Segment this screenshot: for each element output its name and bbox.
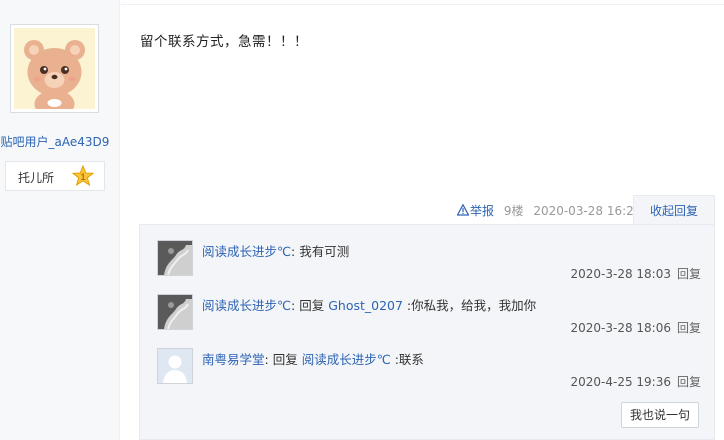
post-content: 留个联系方式，急需！！！ [140,34,308,50]
report-label: 举报 [470,204,495,218]
reply-item: 南粤易学堂: 回复 阅读成长进步℃ :联系 2020-4-25 19:36 回复 [140,333,716,390]
divider [121,4,724,5]
level-name: 托儿所 [18,171,55,185]
reply-body: :联系 [390,352,424,367]
author-username[interactable]: 贴吧用户_aAe43D9 [0,133,110,150]
reply-text: 南粤易学堂: 回复 阅读成长进步℃ :联系 [202,349,424,368]
bear-avatar-image [14,28,95,109]
collapse-replies-tab[interactable]: 收起回复 [633,195,715,225]
add-comment-button[interactable]: 我也说一句 [621,402,699,428]
reply-prefix: : 回复 [291,298,329,313]
reply-text: 阅读成长进步℃: 回复 Ghost_0207 :你私我，给我，我加你 [202,295,536,314]
reply-body: :你私我，给我，我加你 [402,298,537,313]
reply-avatar[interactable] [157,348,193,384]
warning-icon [457,204,469,216]
post-time: 2020-03-28 16:20 [533,204,642,218]
reply-prefix: : 回复 [264,352,302,367]
reply-panel: 阅读成长进步℃: 我有可测 2020-3-28 18:03 回复 阅读成长进步℃:… [139,224,715,440]
member-level-badge[interactable]: 托儿所 1 [5,161,105,191]
reply-avatar[interactable] [157,240,193,276]
reply-body: : 我有可测 [291,244,350,259]
author-avatar[interactable] [10,24,99,113]
report-link[interactable]: 举报 [457,204,494,218]
reply-avatar[interactable] [157,294,193,330]
author-sidebar: 贴吧用户_aAe43D9 托儿所 1 [0,0,120,440]
reply-target-user[interactable]: Ghost_0207 [328,298,403,313]
level-star-icon: 1 [71,164,95,187]
reply-author[interactable]: 阅读成长进步℃ [202,298,291,313]
reply-target-user[interactable]: 阅读成长进步℃ [302,352,391,367]
post-meta: 举报 9楼 2020-03-28 16:20 [457,202,647,218]
post-main: 留个联系方式，急需！！！ 举报 9楼 2020-03-28 16:20 收起回复… [121,0,724,440]
floor-number: 9楼 [503,204,524,218]
reply-link[interactable]: 回复 [677,375,701,389]
reply-item: 阅读成长进步℃: 回复 Ghost_0207 :你私我，给我，我加你 2020-… [140,279,716,335]
reply-author[interactable]: 南粤易学堂 [202,352,265,367]
reply-item: 阅读成长进步℃: 我有可测 2020-3-28 18:03 回复 [140,225,716,281]
reply-footer: 2020-4-25 19:36 回复 [570,373,701,390]
reply-text: 阅读成长进步℃: 我有可测 [202,241,349,260]
reply-time: 2020-4-25 19:36 [570,375,671,389]
reply-author[interactable]: 阅读成长进步℃ [202,244,291,259]
level-number: 1 [80,172,85,182]
